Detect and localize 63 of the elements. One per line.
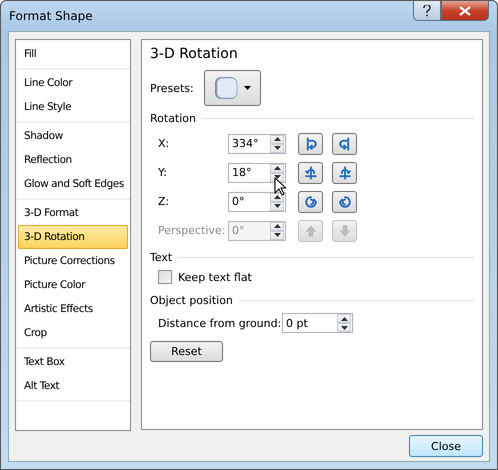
rotate-counterclockwise-button[interactable] — [298, 190, 323, 212]
axis-label: Z: — [158, 195, 170, 208]
checkbox-label: Keep text flat — [178, 270, 252, 284]
panel-title: 3-D Rotation — [150, 46, 239, 62]
close-button[interactable]: Close — [409, 435, 483, 457]
axis-label: Y: — [158, 166, 168, 179]
category-item[interactable]: Line Color — [18, 71, 128, 95]
category-item[interactable]: Line Style — [18, 95, 128, 119]
category-item[interactable]: 3-D Format — [18, 201, 128, 225]
rotate-arrow-icon — [302, 194, 318, 210]
down-arrow-icon[interactable] — [274, 146, 280, 150]
rotate-right-button[interactable] — [332, 132, 357, 154]
rotate-down-button[interactable] — [332, 162, 357, 184]
rotate-up-button[interactable] — [298, 162, 323, 184]
down-arrow-icon — [336, 222, 352, 238]
rotate-arrow-icon — [336, 164, 352, 180]
help-button[interactable] — [413, 1, 441, 21]
rotate-arrow-icon — [336, 194, 352, 210]
category-item[interactable]: Glow and Soft Edges — [18, 172, 128, 196]
mouse-pointer-icon — [274, 177, 286, 196]
keep-text-flat-checkbox[interactable] — [158, 270, 172, 284]
distance-spinner[interactable]: 0 pt — [282, 313, 353, 333]
close-window-button[interactable] — [441, 1, 489, 21]
category-item[interactable]: Fill — [18, 42, 128, 66]
angle-spinner[interactable]: 0° — [228, 192, 286, 212]
category-item[interactable]: Picture Corrections — [18, 249, 128, 273]
axis-label: Perspective: — [158, 224, 226, 237]
section-heading: Text — [150, 251, 172, 264]
section-heading: Object position — [150, 294, 233, 307]
up-arrow-icon[interactable] — [340, 316, 348, 320]
cube-icon — [213, 75, 240, 101]
distance-label: Distance from ground: — [158, 316, 282, 330]
caret-icon — [244, 86, 252, 90]
angle-spinner[interactable]: 18° — [228, 162, 286, 182]
presets-dropdown[interactable] — [204, 70, 261, 106]
window-title: Format Shape — [9, 9, 93, 23]
category-item[interactable]: Text Box — [18, 350, 128, 374]
close-icon — [459, 6, 471, 16]
down-arrow-icon[interactable] — [340, 326, 348, 330]
category-item[interactable]: Alt Text — [18, 374, 128, 398]
category-item[interactable]: Crop — [18, 321, 128, 345]
category-item[interactable]: Reflection — [18, 148, 128, 172]
reset-button[interactable]: Reset — [150, 341, 223, 362]
category-item[interactable]: Picture Color — [18, 273, 128, 297]
category-item[interactable]: Artistic Effects — [18, 297, 128, 321]
rotate-clockwise-button[interactable] — [332, 190, 357, 212]
angle-spinner[interactable]: 334° — [228, 134, 286, 154]
up-arrow-icon[interactable] — [274, 137, 280, 141]
section-heading: Rotation — [150, 112, 196, 125]
category-item[interactable]: Shadow — [18, 124, 128, 148]
up-arrow-icon[interactable] — [274, 166, 280, 170]
up-arrow-icon[interactable] — [274, 224, 280, 228]
presets-label: Presets: — [150, 82, 194, 94]
down-arrow-icon[interactable] — [274, 175, 280, 179]
down-arrow-icon[interactable] — [274, 204, 280, 208]
rotate-left-button[interactable] — [298, 132, 323, 154]
axis-label: X: — [158, 137, 170, 150]
up-arrow-icon — [302, 222, 318, 238]
up-arrow-icon[interactable] — [274, 195, 280, 199]
rotate-arrow-icon — [302, 164, 318, 180]
category-item[interactable]: 3-D Rotation — [18, 225, 128, 249]
down-arrow-icon[interactable] — [274, 233, 280, 237]
help-icon — [423, 4, 431, 16]
